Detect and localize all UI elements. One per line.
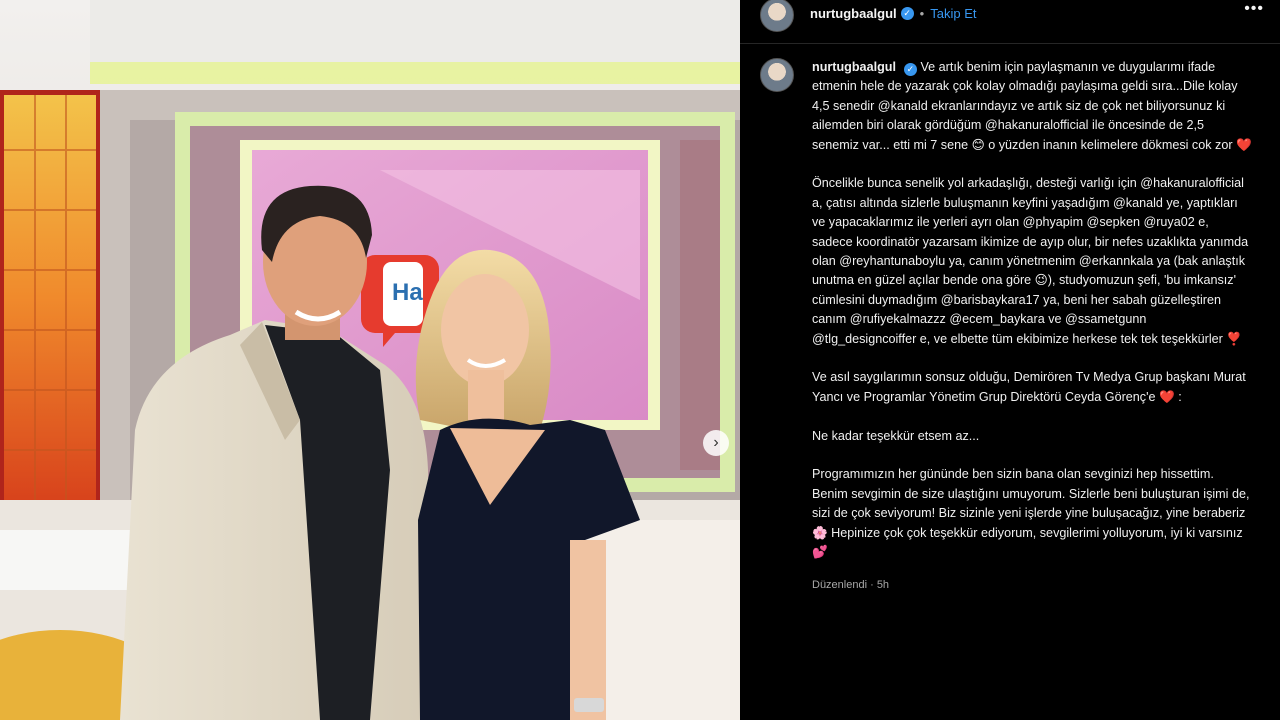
separator: • [919, 6, 925, 21]
caption-paragraph: Ne kadar teşekkür etsem az... [812, 428, 980, 443]
verified-badge-icon: ✓ [903, 63, 917, 76]
verified-badge-icon: ✓ [900, 7, 914, 20]
caption-username-link[interactable]: nurtugbaalgul [812, 60, 896, 74]
caption-paragraph: nurtugbaalgul ✓ Ve artık benim için payla… [812, 58, 1252, 155]
post-photo[interactable]: Ha › [0, 0, 740, 720]
screen-logo-text: Ha [392, 279, 423, 306]
avatar[interactable] [760, 58, 794, 92]
follow-button[interactable]: Takip Et [930, 6, 976, 21]
caption: nurtugbaalgul ✓ Ve artık benim için payla… [740, 44, 1280, 595]
carousel-next-button[interactable]: › [703, 430, 729, 456]
caption-paragraph: Öncelikle bunca senelik yol arkadaşlığı,… [812, 176, 1249, 346]
chevron-right-icon: › [713, 434, 719, 451]
more-horizontal-icon[interactable]: ••• [1244, 0, 1264, 18]
caption-body: nurtugbaalgul ✓ Ve artık benim için payla… [812, 58, 1252, 595]
caption-paragraph: Ve asıl saygılarımın sonsuz olduğu, Demi… [812, 370, 1246, 404]
studio-photo: Ha [0, 0, 740, 720]
post-side-panel: nurtugbaalgul ✓ • Takip Et ••• nurtugbaa… [740, 0, 1280, 720]
post-header: nurtugbaalgul ✓ • Takip Et ••• [740, 0, 1280, 44]
caption-paragraph: Programımızın her gününde ben sizin bana… [812, 467, 1250, 560]
avatar[interactable] [760, 0, 794, 32]
username-link[interactable]: nurtugbaalgul [810, 6, 897, 21]
post-meta: Düzenlendi · 5h [812, 578, 890, 591]
